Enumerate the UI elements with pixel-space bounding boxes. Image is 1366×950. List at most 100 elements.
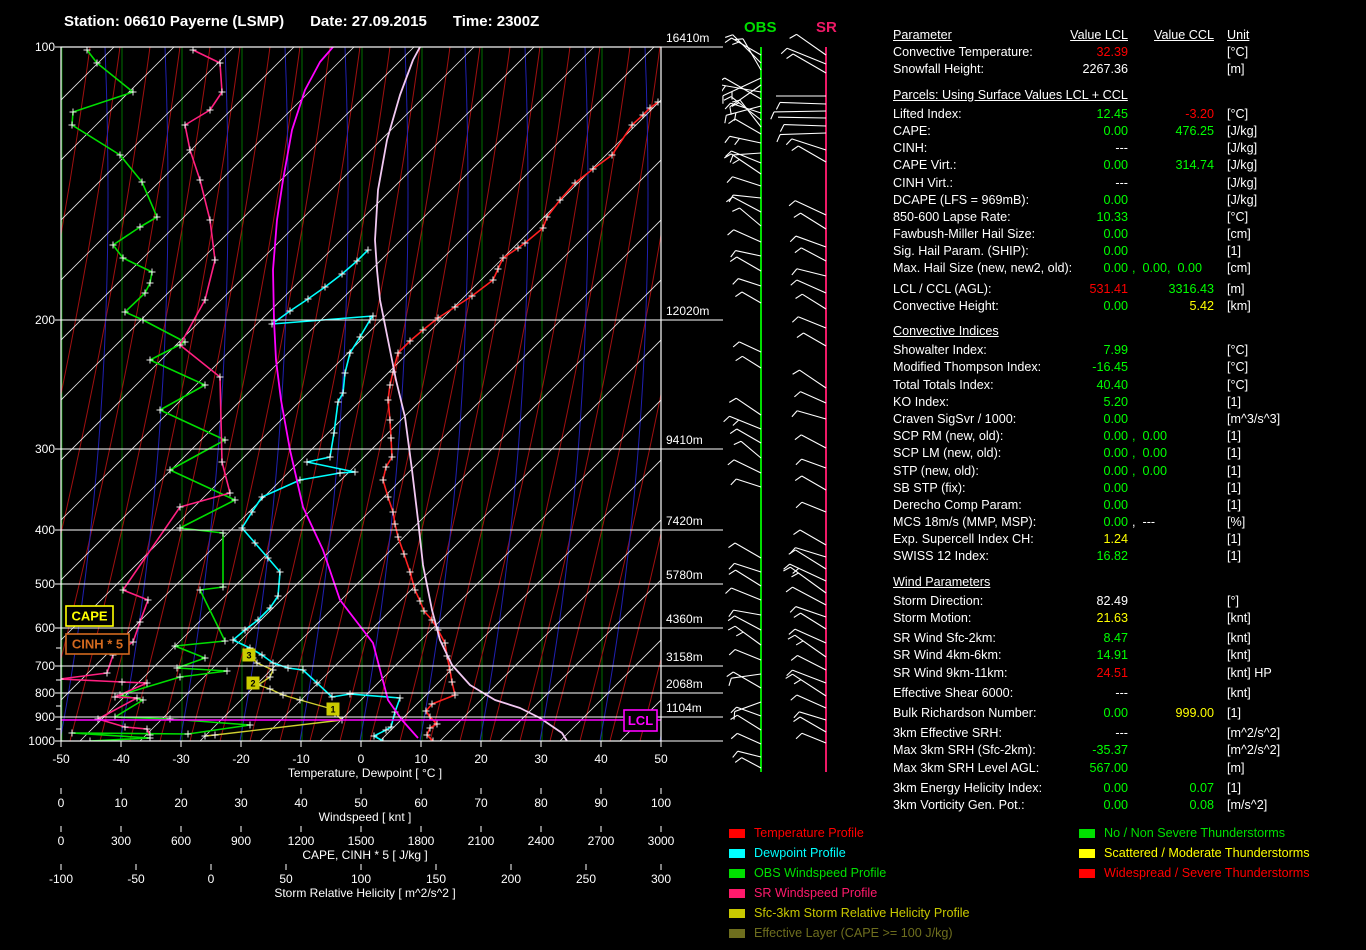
unit-label: [1] xyxy=(1227,705,1241,722)
srh-level-marker: 3 xyxy=(246,651,251,661)
wind-barb xyxy=(731,588,761,600)
wind-barb xyxy=(734,460,761,473)
parameter-label: CINH Virt.: xyxy=(893,175,953,192)
wind-barb xyxy=(799,370,826,388)
legend-label: OBS Windspeed Profile xyxy=(754,866,886,880)
altitude-label: 9410m xyxy=(666,433,703,447)
cape-label: CAPE xyxy=(71,609,107,624)
table-section-header: Wind Parameters xyxy=(893,574,1366,591)
altitude-label: 5780m xyxy=(666,568,703,582)
unit-label: [knt] xyxy=(1227,630,1251,647)
table-row: Derecho Comp Param:0.00[1] xyxy=(893,497,1366,514)
axis-tick-label: 50 xyxy=(279,872,293,886)
value-ccl: 999.00 xyxy=(1133,705,1214,722)
wind-barb xyxy=(796,607,826,617)
wind-barb xyxy=(742,758,761,768)
table-row: 3km Effective SRH:---[m^2/s^2] xyxy=(893,725,1366,742)
value-lcl: 0.00 xyxy=(1013,260,1128,277)
wind-barb xyxy=(780,102,826,104)
axis-tick-label: 1200 xyxy=(288,834,315,848)
wind-barb xyxy=(737,715,761,730)
unit-label: [1] xyxy=(1227,480,1241,497)
unit-label: [knt] xyxy=(1227,610,1251,627)
unit-label: [°C] xyxy=(1227,209,1248,226)
unit-label: [°C] xyxy=(1227,359,1248,376)
unit-label: [1] xyxy=(1227,463,1241,480)
table-row: SR Wind 9km-11km:24.51[knt] HP xyxy=(893,665,1366,682)
severity-legend-item: Scattered / Moderate Thunderstorms xyxy=(1079,843,1310,863)
axis-tick-label: 2700 xyxy=(588,834,615,848)
table-row: Sig. Hail Param. (SHIP):0.00[1] xyxy=(893,243,1366,260)
parameter-label: SCP RM (new, old): xyxy=(893,428,1003,445)
unit-label: [m^3/s^3] xyxy=(1227,411,1280,428)
value-lcl: --- xyxy=(1013,685,1128,702)
table-section-header: Convective Indices xyxy=(893,323,1366,340)
wind-barb xyxy=(803,333,826,346)
axis-tick-label: 150 xyxy=(426,872,446,886)
col-parameter: Parameter xyxy=(893,27,952,44)
parameter-label: SR Wind 9km-11km: xyxy=(893,665,1008,682)
axis-tick-label: -100 xyxy=(49,872,73,886)
severity-legend-item: No / Non Severe Thunderstorms xyxy=(1079,823,1310,843)
parameter-label: SWISS 12 Index: xyxy=(893,548,989,565)
wind-barb xyxy=(801,248,826,261)
unit-label: [km] xyxy=(1227,298,1251,315)
unit-label: [J/kg] xyxy=(1227,192,1257,209)
axis-title: Temperature, Dewpoint [ °C ] xyxy=(288,766,442,780)
unit-label: [J/kg] xyxy=(1227,175,1257,192)
wind-barb xyxy=(741,441,761,458)
value-lcl: 24.51 xyxy=(1013,665,1128,682)
pressure-tick-label: 800 xyxy=(35,686,55,700)
parameter-label: CAPE Virt.: xyxy=(893,157,956,174)
unit-label: [1] xyxy=(1227,531,1241,548)
wind-barb xyxy=(802,502,826,512)
wind-barb xyxy=(731,674,761,678)
value-lcl: 12.45 xyxy=(1013,106,1128,123)
srh-level-marker: 2 xyxy=(250,679,255,689)
sr-windspeed-profile xyxy=(60,50,230,735)
legend-label: SR Windspeed Profile xyxy=(754,886,877,900)
table-row: Convective Height:0.005.42[km] xyxy=(893,298,1366,315)
wind-barb xyxy=(735,626,761,645)
axis-tick-label: 30 xyxy=(234,796,248,810)
col-unit: Unit xyxy=(1227,27,1249,44)
table-row: LCL / CCL (AGL):531.413316.43[m] xyxy=(893,281,1366,298)
wind-barb xyxy=(795,201,826,215)
legend-label: Widespread / Severe Thunderstorms xyxy=(1104,866,1310,880)
parameter-label: KO Index: xyxy=(893,394,949,411)
parameter-label: Convective Height: xyxy=(893,298,999,315)
axis-tick-label: 50 xyxy=(354,796,368,810)
unit-label: [1] xyxy=(1227,548,1241,565)
wind-barb xyxy=(797,280,826,293)
value-lcl: 1.24 xyxy=(1013,531,1128,548)
skewt-chart: 10016410m20012020m3009410m4007420m500578… xyxy=(0,0,730,900)
profile-legend-item: Dewpoint Profile xyxy=(729,843,970,863)
wind-barb xyxy=(774,111,826,112)
table-row: Effective Shear 6000:---[knt] xyxy=(893,685,1366,702)
unit-label: [m] xyxy=(1227,61,1245,78)
wind-barb xyxy=(797,695,826,708)
table-row: DCAPE (LFS = 969mB):0.00[J/kg] xyxy=(893,192,1366,209)
value-lcl: 0.00 xyxy=(1013,192,1128,209)
axis-tick-label: 40 xyxy=(594,752,608,766)
axis-tick-label: 80 xyxy=(534,796,548,810)
parameters-table-rows: Convective Temperature:32.39[°C]Snowfall… xyxy=(893,44,1366,814)
legend-label: Dewpoint Profile xyxy=(754,846,846,860)
parameter-label: 3km Effective SRH: xyxy=(893,725,1002,742)
pressure-tick-label: 100 xyxy=(35,40,55,54)
value-extra: , 0.00, 0.00 xyxy=(1132,260,1202,277)
wind-barb xyxy=(733,195,761,198)
value-lcl: -16.45 xyxy=(1013,359,1128,376)
wind-barb xyxy=(737,257,761,271)
parameter-label: Convective Temperature: xyxy=(893,44,1033,61)
pressure-tick-label: 700 xyxy=(35,659,55,673)
pressure-tick-label: 600 xyxy=(35,621,55,635)
value-lcl: 0.00 xyxy=(1013,497,1128,514)
value-ccl: 5.42 xyxy=(1133,298,1214,315)
col-value-lcl: Value LCL xyxy=(1013,27,1128,44)
value-lcl: 0.00 xyxy=(1013,797,1128,814)
profile-legend-item: Sfc-3km Storm Relative Helicity Profile xyxy=(729,903,970,923)
axis-title: CAPE, CINH * 5 [ J/kg ] xyxy=(302,848,427,862)
axis-tick-label: 20 xyxy=(474,752,488,766)
axis-tick-label: -30 xyxy=(172,752,190,766)
